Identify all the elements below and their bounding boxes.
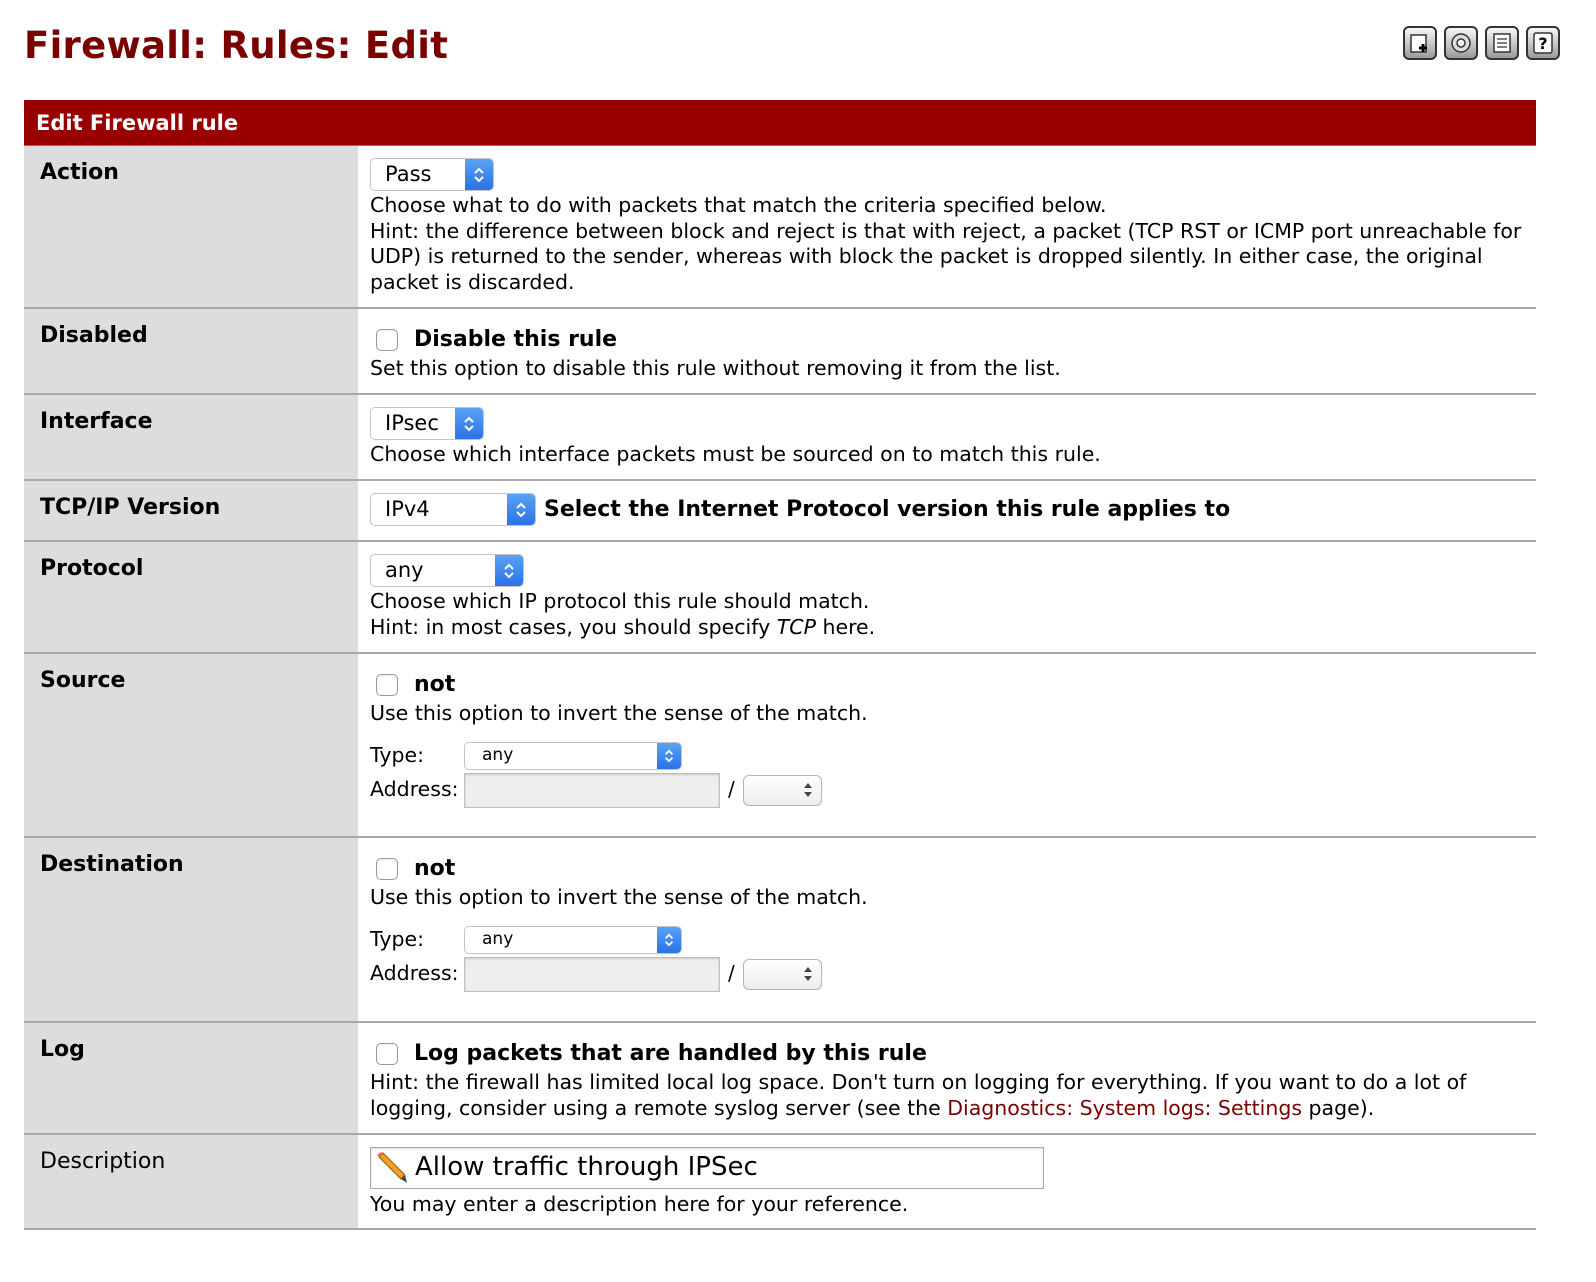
destination-address-label: Address: (370, 961, 459, 986)
row-tcpip-version: TCP/IP Version IPv4 Select the Internet … (24, 481, 1536, 542)
edit-rule-panel: Edit Firewall rule Action Pass Choose wh… (24, 100, 1536, 1230)
help-icon[interactable]: ? (1526, 26, 1560, 60)
disabled-description: Set this option to disable this rule wit… (370, 356, 1061, 380)
protocol-hint-post: here. (815, 614, 876, 639)
protocol-hint-pre: Hint: in most cases, you should specify (370, 614, 777, 639)
action-label: Action (24, 146, 358, 307)
action-description: Choose what to do with packets that matc… (370, 193, 1107, 217)
add-icon[interactable] (1403, 26, 1437, 60)
destination-type-select[interactable]: any (464, 925, 682, 954)
destination-not-label: not (414, 855, 456, 881)
protocol-hint-em: TCP (776, 614, 816, 639)
destination-description: Use this option to invert the sense of t… (370, 885, 868, 909)
tcpip-label: TCP/IP Version (24, 481, 358, 540)
destination-mask-select[interactable] (742, 958, 822, 990)
protocol-select[interactable]: any (370, 554, 524, 587)
row-log: Log Log packets that are handled by this… (24, 1023, 1536, 1135)
tcpip-select[interactable]: IPv4 (370, 493, 536, 526)
pencil-icon (377, 1152, 407, 1183)
tcpip-select-value: IPv4 (385, 496, 430, 521)
updown-arrows-icon (803, 967, 812, 982)
log-packets-checkbox[interactable] (376, 1042, 398, 1065)
settings-icon[interactable] (1444, 26, 1478, 60)
row-disabled: Disabled Disable this rule Set this opti… (24, 309, 1536, 395)
disable-rule-label: Disable this rule (414, 326, 618, 352)
source-description: Use this option to invert the sense of t… (370, 701, 868, 725)
destination-slash: / (728, 961, 735, 986)
source-not-label: not (414, 671, 456, 697)
log-hint-post: page). (1302, 1095, 1375, 1120)
log-icon[interactable] (1485, 26, 1519, 60)
chevron-updown-icon (657, 742, 681, 769)
system-logs-settings-link[interactable]: Diagnostics: System logs: Settings (947, 1096, 1302, 1120)
row-destination: Destination not Use this option to inver… (24, 838, 1536, 1023)
interface-description: Choose which interface packets must be s… (370, 442, 1101, 466)
source-type-value: any (482, 744, 514, 765)
interface-select-value: IPsec (385, 410, 439, 435)
destination-address-input[interactable] (464, 956, 720, 992)
destination-type-label: Type: (370, 926, 424, 951)
row-protocol: Protocol any Choose which IP protocol th… (24, 542, 1536, 654)
description-help: You may enter a description here for you… (370, 1192, 909, 1216)
disabled-label: Disabled (24, 309, 358, 393)
interface-select[interactable]: IPsec (370, 407, 484, 440)
source-address-input[interactable] (464, 772, 720, 808)
source-slash: / (728, 777, 735, 802)
row-description: Description Allow traffic through IPSec … (24, 1135, 1536, 1230)
description-input[interactable]: Allow traffic through IPSec (370, 1147, 1044, 1189)
destination-not-checkbox[interactable] (376, 857, 398, 880)
row-interface: Interface IPsec Choose which interface p… (24, 395, 1536, 481)
protocol-description: Choose which IP protocol this rule shoul… (370, 589, 870, 613)
updown-arrows-icon (803, 783, 812, 798)
description-label: Description (24, 1135, 358, 1228)
interface-label: Interface (24, 395, 358, 479)
source-not-checkbox[interactable] (376, 673, 398, 696)
row-source: Source not Use this option to invert the… (24, 654, 1536, 838)
source-type-select[interactable]: any (464, 741, 682, 770)
log-hint: Hint: the firewall has limited local log… (370, 1070, 1526, 1121)
page-title: Firewall: Rules: Edit (24, 24, 449, 67)
protocol-hint: Hint: in most cases, you should specify … (370, 615, 1526, 641)
protocol-label: Protocol (24, 542, 358, 652)
tcpip-hint: Select the Internet Protocol version thi… (544, 497, 1231, 522)
chevron-updown-icon (465, 159, 493, 190)
source-type-label: Type: (370, 742, 424, 767)
action-select[interactable]: Pass (370, 158, 494, 191)
chevron-updown-icon (657, 926, 681, 953)
action-hint: Hint: the difference between block and r… (370, 218, 1522, 295)
chevron-updown-icon (495, 555, 523, 586)
description-value: Allow traffic through IPSec (415, 1152, 758, 1183)
action-select-value: Pass (385, 161, 432, 186)
disable-rule-checkbox[interactable] (376, 328, 398, 351)
chevron-updown-icon (507, 494, 535, 525)
panel-header: Edit Firewall rule (24, 100, 1536, 146)
protocol-select-value: any (385, 557, 424, 582)
source-label: Source (24, 654, 358, 836)
row-action: Action Pass Choose what to do with packe… (24, 146, 1536, 309)
destination-label: Destination (24, 838, 358, 1021)
source-mask-select[interactable] (742, 774, 822, 806)
chevron-updown-icon (455, 408, 483, 439)
toolbar: ? (1403, 26, 1560, 60)
source-address-label: Address: (370, 777, 459, 802)
svg-text:?: ? (1538, 34, 1547, 53)
log-label: Log (24, 1023, 358, 1133)
log-packets-label: Log packets that are handled by this rul… (414, 1040, 927, 1066)
destination-type-value: any (482, 928, 514, 949)
